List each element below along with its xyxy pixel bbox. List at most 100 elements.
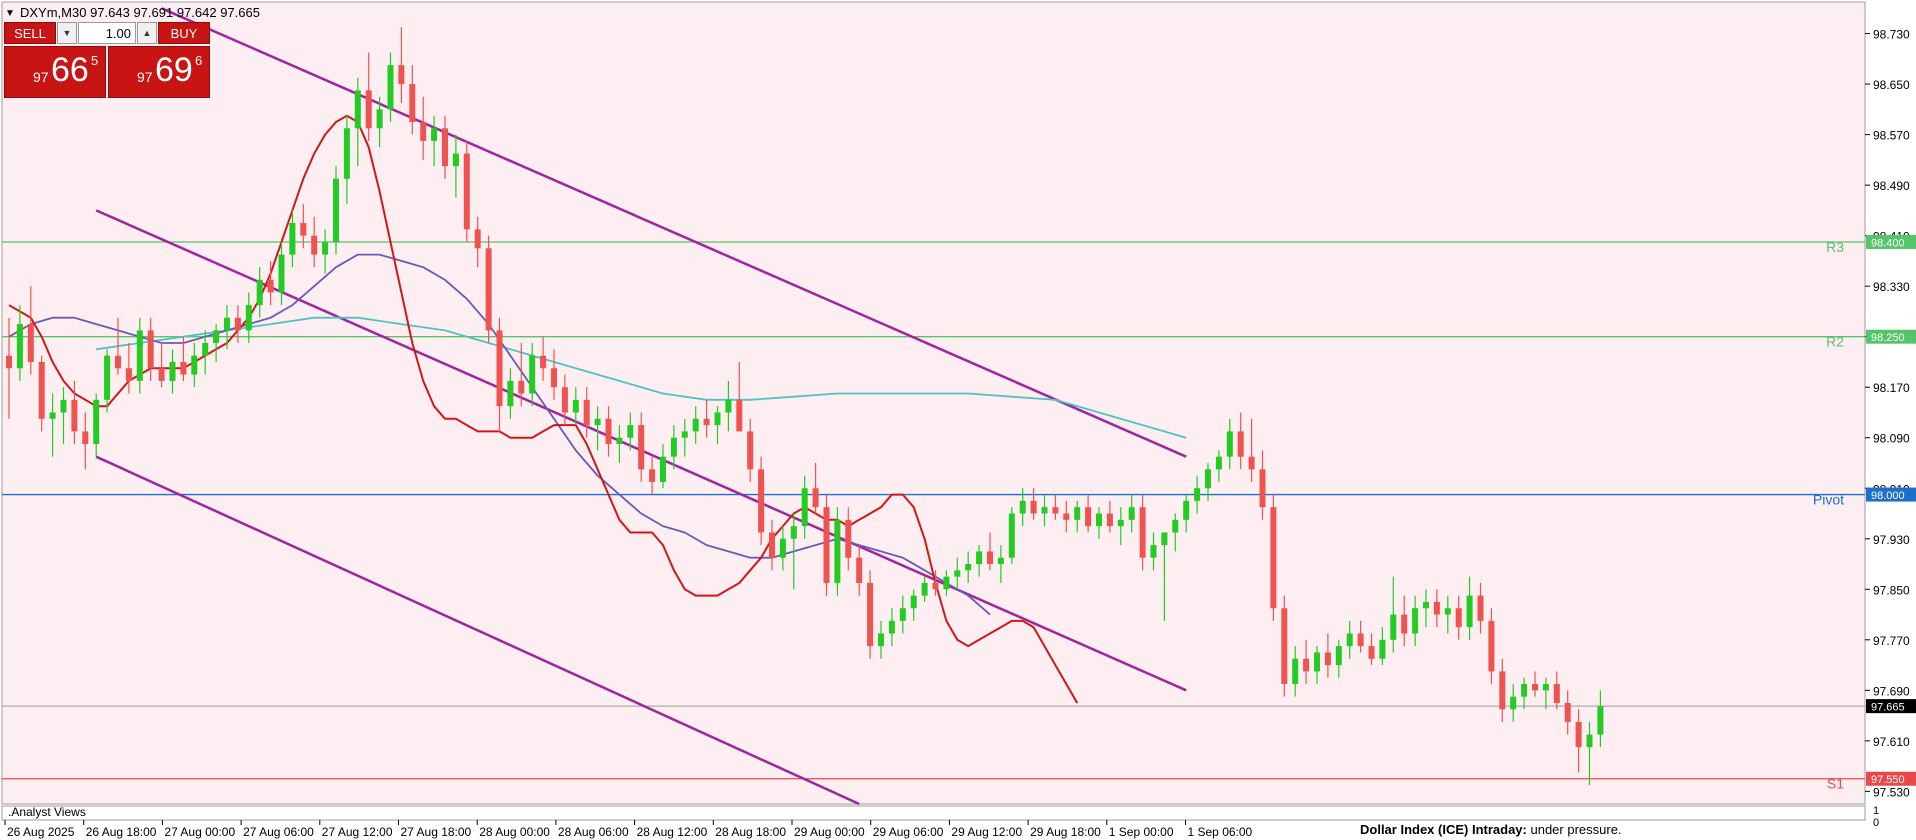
candle-body — [1575, 721, 1582, 748]
time-tick-label: 28 Aug 00:00 — [479, 825, 550, 839]
sell-price-display[interactable]: 97 66 5 — [4, 46, 106, 98]
plot-area[interactable] — [1, 1, 1866, 805]
candle-body — [1248, 456, 1255, 470]
candle-body — [60, 399, 67, 413]
level-price-text: 97.550 — [1871, 774, 1905, 786]
indicator-subwindow[interactable] — [1, 805, 1866, 821]
candle-body — [267, 279, 274, 293]
candle-body — [376, 109, 383, 129]
candle-body — [888, 620, 895, 634]
level-label-pivot: Pivot — [1813, 492, 1844, 508]
lot-increase-button[interactable]: ▲ — [137, 22, 157, 44]
candle-body — [224, 317, 230, 331]
buy-price-main: 69 — [155, 51, 193, 89]
candle — [1281, 595, 1288, 697]
candle-body — [670, 437, 677, 457]
candle-body — [1455, 608, 1462, 628]
candle-body — [1368, 646, 1375, 659]
time-tick-label: 29 Aug 06:00 — [873, 825, 944, 839]
candle-body — [1183, 500, 1190, 520]
candle-body — [365, 90, 372, 129]
candle-body — [1597, 706, 1604, 735]
candle — [485, 235, 492, 344]
level-price-text: 98.000 — [1871, 490, 1905, 502]
price-tick-label: 98.490 — [1873, 179, 1910, 193]
candle-body — [921, 582, 928, 596]
candle-body — [1019, 500, 1026, 514]
candle-body — [507, 380, 514, 407]
price-tick-label: 98.570 — [1873, 129, 1910, 143]
candle-body — [1488, 620, 1495, 672]
level-price-text: 98.400 — [1871, 237, 1905, 249]
candle-body — [1510, 696, 1517, 710]
buy-price-display[interactable]: 97 69 6 — [108, 46, 210, 98]
candle-body — [158, 368, 165, 381]
candle — [823, 494, 830, 596]
price-tick-label: 98.730 — [1873, 28, 1910, 42]
sell-price-main: 66 — [51, 51, 89, 89]
level-price-text: 98.250 — [1871, 332, 1905, 344]
triangle-down-icon[interactable]: ▼ — [5, 8, 15, 19]
candle-body — [845, 519, 852, 558]
candle-body — [1205, 469, 1211, 489]
candle-body — [856, 557, 863, 583]
candle-body — [1564, 702, 1571, 722]
candle-body — [431, 128, 438, 141]
candle-body — [191, 355, 198, 375]
candle-body — [1477, 595, 1484, 621]
candle-body — [1335, 646, 1342, 666]
candle-body — [878, 633, 884, 647]
candle — [1008, 507, 1015, 565]
candle — [1270, 494, 1277, 621]
candle-body — [180, 361, 187, 375]
time-tick-label: 26 Aug 2025 — [7, 825, 75, 839]
candle-body — [343, 128, 350, 179]
headline-bold: Dollar Index (ICE) Intraday: — [1360, 822, 1527, 837]
candle-body — [1194, 488, 1201, 501]
candle-body — [834, 519, 841, 583]
candle-body — [1357, 633, 1364, 647]
chevron-up-icon: ▲ — [142, 28, 152, 38]
chevron-down-icon: ▼ — [62, 28, 72, 38]
candle-body — [1412, 608, 1419, 634]
candle-body — [976, 551, 983, 565]
candle-body — [289, 223, 296, 255]
candle — [463, 140, 470, 242]
candle-body — [1063, 513, 1070, 520]
lot-size-input[interactable] — [78, 22, 136, 44]
time-tick-label: 1 Sep 00:00 — [1109, 825, 1174, 839]
sell-price-prefix: 97 — [33, 69, 49, 85]
candle-body — [594, 418, 601, 426]
candle-body — [1226, 431, 1233, 457]
level-label-r3: R3 — [1826, 239, 1844, 255]
candle-body — [496, 330, 503, 407]
candle-body — [1314, 652, 1320, 672]
price-chart[interactable]: R3 R2 Pivot S1 98.730 98.650 98.570 98.490 98.4… — [0, 0, 1916, 840]
candle-body — [616, 437, 623, 445]
candle-body — [322, 241, 329, 255]
symbol-info: DXYm,M30 97.643 97.691 97.642 97.665 — [20, 5, 260, 20]
candle-body — [540, 355, 547, 369]
sell-button[interactable]: SELL — [4, 22, 56, 44]
time-tick-label: 1 Sep 06:00 — [1188, 825, 1253, 839]
buy-button[interactable]: BUY — [158, 22, 210, 44]
time-tick-label: 28 Aug 12:00 — [637, 825, 708, 839]
candle-body — [6, 355, 12, 369]
lot-decrease-button[interactable]: ▼ — [57, 22, 77, 44]
candle — [834, 507, 841, 596]
time-tick-label: 28 Aug 06:00 — [558, 825, 629, 839]
candle-body — [1532, 684, 1538, 691]
candle-body — [1346, 633, 1353, 647]
candle-body — [943, 576, 950, 590]
candle-body — [1172, 519, 1179, 533]
price-tick-label: 97.690 — [1873, 684, 1910, 698]
candle-body — [529, 355, 536, 394]
candle-body — [398, 65, 405, 85]
candle-body — [1161, 532, 1168, 546]
candle-body — [1423, 601, 1429, 609]
price-tick-label: 97.770 — [1873, 634, 1910, 648]
time-tick-label: 29 Aug 12:00 — [951, 825, 1022, 839]
candle-body — [1542, 684, 1549, 691]
headline-rest: under pressure. — [1527, 822, 1622, 837]
candle-body — [605, 418, 612, 445]
